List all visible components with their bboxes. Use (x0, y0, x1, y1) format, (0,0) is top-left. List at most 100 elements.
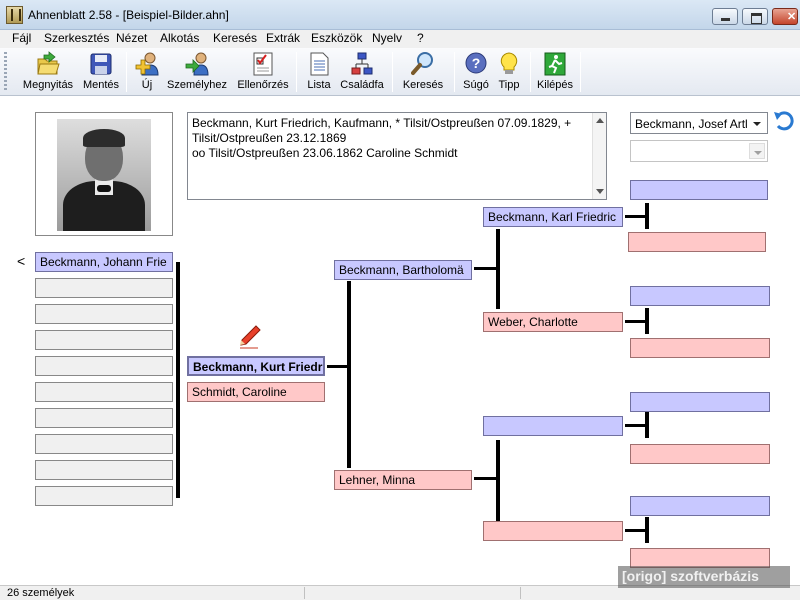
person-select-value: Beckmann, Josef Artl (635, 117, 747, 131)
menu-create[interactable]: Alkotás (158, 31, 201, 45)
menu-file[interactable]: Fájl (10, 31, 33, 45)
menu-bar: Fájl Szerkesztés Nézet Alkotás Keresés E… (0, 30, 800, 48)
great-grandparents-connector (625, 320, 647, 323)
status-divider (520, 587, 521, 599)
maximize-button[interactable] (742, 8, 768, 25)
child-box[interactable] (35, 408, 173, 428)
person-count: 26 személyek (7, 587, 75, 599)
scroll-up-icon[interactable] (596, 118, 604, 123)
great-grandparents-connector (645, 203, 649, 229)
minimize-button[interactable] (712, 8, 738, 25)
paternal-grandparents-connector (496, 229, 500, 309)
great-grandparents-connector (625, 424, 647, 427)
tip-button[interactable]: Tipp (494, 50, 524, 94)
search-label: Keresés (402, 79, 444, 91)
maternal-grandparents-connector (496, 440, 500, 522)
menu-view[interactable]: Nézet (114, 31, 149, 45)
app-icon[interactable] (6, 6, 23, 24)
search-button[interactable]: Keresés (398, 50, 448, 94)
new-person-button[interactable]: Új (132, 50, 162, 94)
person-select[interactable]: Beckmann, Josef Artl (630, 112, 768, 134)
title-bar: Ahnenblatt 2.58 - [Beispiel-Bilder.ahn] (0, 0, 800, 30)
menu-search[interactable]: Keresés (211, 31, 259, 45)
magnifier-icon (411, 52, 433, 75)
go-to-person-button[interactable]: Személyhez (166, 50, 228, 94)
maternal-grandmother-box[interactable] (483, 521, 623, 541)
menu-extras[interactable]: Extrák (264, 31, 302, 45)
spouse-box[interactable]: Schmidt, Caroline (187, 382, 325, 402)
great-grandparents-connector (645, 308, 649, 334)
child-box[interactable] (35, 382, 173, 402)
family-tree-button[interactable]: Családfa (338, 50, 386, 94)
scroll-down-icon[interactable] (596, 189, 604, 194)
toolbar: Megnyitás Mentés Új Személyhez Ellenőrzé… (0, 48, 800, 96)
person-photo-frame[interactable] (35, 112, 173, 236)
great-grandparent-box[interactable] (630, 180, 768, 200)
toolbar-separator (454, 52, 455, 92)
great-grandparent-box[interactable] (628, 232, 766, 252)
menu-edit[interactable]: Szerkesztés (42, 31, 111, 45)
exit-icon (544, 52, 566, 76)
paternal-grandmother-box[interactable]: Weber, Charlotte (483, 312, 623, 332)
open-label: Megnyitás (22, 79, 74, 91)
save-disk-icon (90, 53, 112, 75)
toolbar-separator (392, 52, 393, 92)
main-person-box[interactable]: Beckmann, Kurt Friedri (187, 356, 325, 376)
open-button[interactable]: Megnyitás (18, 50, 78, 94)
menu-language[interactable]: Nyelv (370, 31, 404, 45)
person-connector (327, 365, 348, 368)
help-label: Súgó (463, 79, 489, 91)
maternal-grandfather-box[interactable] (483, 416, 623, 436)
great-grandparent-box[interactable] (630, 444, 770, 464)
great-grandparents-connector (625, 215, 647, 218)
child-box[interactable]: Beckmann, Johann Frie (35, 252, 173, 272)
lightbulb-icon (500, 52, 518, 74)
great-grandparents-connector (645, 517, 649, 543)
great-grandparent-box[interactable] (630, 496, 770, 516)
toolbar-separator (296, 52, 297, 92)
paternal-grandfather-box[interactable]: Beckmann, Karl Friedric (483, 207, 623, 227)
info-scrollbar[interactable] (592, 113, 606, 199)
great-grandparents-connector (645, 412, 649, 438)
menu-tools[interactable]: Eszközök (309, 31, 364, 45)
chevron-down-icon[interactable] (749, 143, 765, 159)
new-person-label: Új (141, 79, 153, 91)
toolbar-separator (126, 52, 127, 92)
secondary-select[interactable] (630, 140, 768, 162)
list-button[interactable]: Lista (302, 50, 336, 94)
child-box[interactable] (35, 278, 173, 298)
child-box[interactable] (35, 460, 173, 480)
great-grandparent-box[interactable] (630, 286, 770, 306)
child-box[interactable] (35, 356, 173, 376)
menu-help[interactable]: ? (415, 31, 426, 45)
child-box[interactable] (35, 486, 173, 506)
person-info-box[interactable]: Beckmann, Kurt Friedrich, Kaufmann, * Ti… (187, 112, 607, 200)
great-grandparent-box[interactable] (630, 338, 770, 358)
children-marker[interactable]: < (17, 253, 25, 269)
child-box[interactable] (35, 434, 173, 454)
great-grandparent-box[interactable] (630, 392, 770, 412)
chevron-down-icon[interactable] (749, 115, 765, 131)
pencil-icon[interactable] (238, 324, 262, 350)
exit-button[interactable]: Kilépés (534, 50, 576, 94)
go-to-person-icon (185, 52, 209, 76)
list-icon (310, 52, 329, 76)
close-button[interactable] (772, 8, 798, 25)
child-box[interactable] (35, 304, 173, 324)
child-box[interactable] (35, 330, 173, 350)
father-box[interactable]: Beckmann, Bartholomä (334, 260, 472, 280)
back-arrow-icon[interactable] (772, 110, 796, 132)
save-button[interactable]: Mentés (80, 50, 122, 94)
save-label: Mentés (82, 79, 120, 91)
help-button[interactable]: ? Súgó (458, 50, 494, 94)
toolbar-grip[interactable] (4, 52, 7, 92)
mother-box[interactable]: Lehner, Minna (334, 470, 472, 490)
parents-connector (347, 281, 351, 468)
family-tree-icon (351, 52, 373, 75)
great-grandparent-box[interactable] (630, 548, 770, 568)
check-button[interactable]: Ellenőrzés (234, 50, 292, 94)
toolbar-separator (530, 52, 531, 92)
tip-label: Tipp (498, 79, 520, 91)
list-label: Lista (307, 79, 331, 91)
new-person-icon (135, 52, 159, 76)
